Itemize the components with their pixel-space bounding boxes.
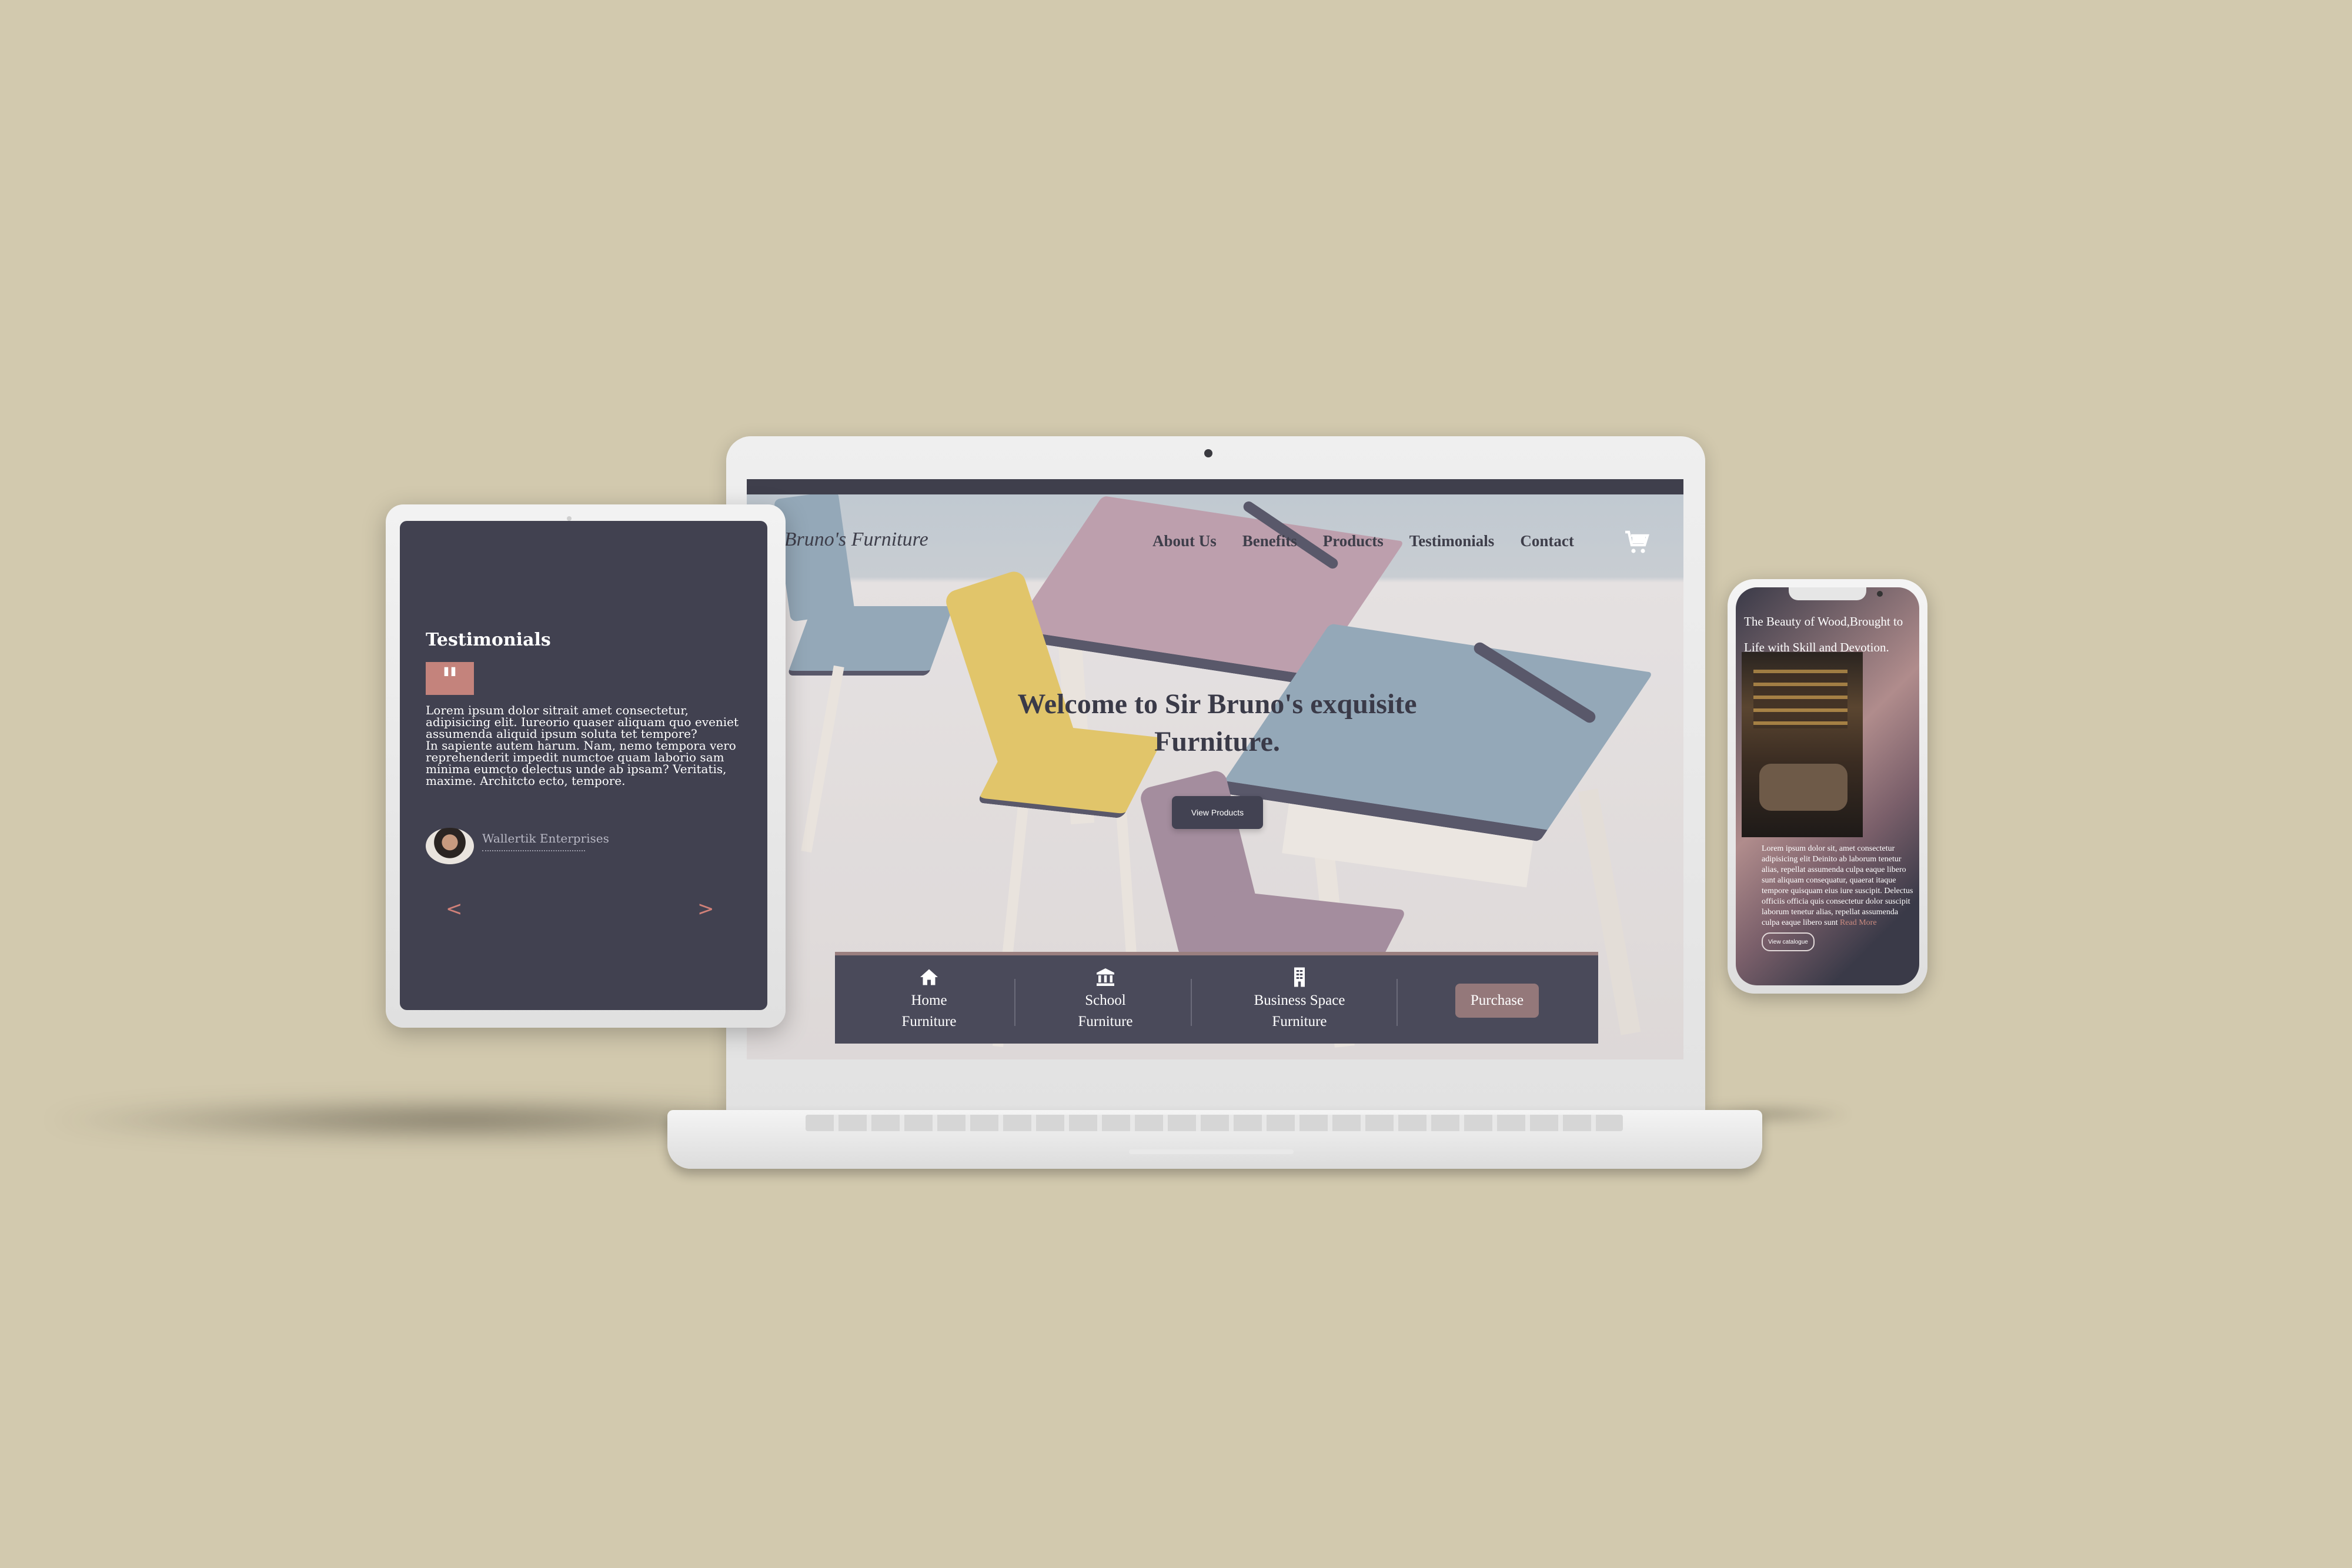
interior-image	[1742, 652, 1863, 837]
nav-about-us[interactable]: About Us	[1152, 532, 1217, 550]
purchase-button[interactable]: Purchase	[1455, 984, 1539, 1018]
category-bar: Home Furniture School Furniture Business…	[835, 952, 1598, 1044]
nav-benefits[interactable]: Benefits	[1242, 532, 1297, 550]
view-catalogue-button[interactable]: View catalogue	[1762, 932, 1815, 951]
next-testimonial-button[interactable]: >	[697, 897, 714, 921]
phone-paragraph: Lorem ipsum dolor sit, amet consectetur …	[1762, 844, 1913, 927]
category-school[interactable]: School Furniture	[1047, 955, 1164, 1044]
main-nav: About Us Benefits Products Testimonials …	[1152, 532, 1574, 550]
screen-top-bar	[747, 479, 1683, 494]
prev-testimonial-button[interactable]: <	[446, 897, 463, 921]
nav-contact[interactable]: Contact	[1520, 532, 1573, 550]
school-icon	[1097, 968, 1114, 986]
phone-screen: The Beauty of Wood,Brought to Life with …	[1736, 587, 1919, 985]
avatar	[426, 828, 474, 864]
category-label: Business Space Furniture	[1254, 992, 1345, 1029]
tablet-screen: Testimonials " Lorem ipsum dolor sitrait…	[400, 521, 767, 1010]
site-logo[interactable]: r Bruno's Furniture	[771, 529, 928, 551]
phone-camera	[1877, 591, 1883, 597]
divider	[1191, 979, 1192, 1026]
read-more-link[interactable]: Read More	[1840, 918, 1877, 927]
laptop-camera	[1204, 449, 1212, 457]
home-icon	[920, 969, 938, 985]
category-label: School Furniture	[1078, 992, 1133, 1029]
laptop-keyboard	[806, 1115, 1623, 1131]
floor-shadow	[35, 1099, 741, 1141]
tablet-device: Testimonials " Lorem ipsum dolor sitrait…	[386, 504, 786, 1028]
laptop-screen: r Bruno's Furniture About Us Benefits Pr…	[747, 479, 1683, 1059]
interior-image-couch	[1759, 764, 1847, 811]
phone-device: The Beauty of Wood,Brought to Life with …	[1728, 579, 1927, 994]
laptop-trackpad-notch	[1129, 1149, 1294, 1154]
divider	[1014, 979, 1015, 1026]
nav-products[interactable]: Products	[1323, 532, 1384, 550]
nav-testimonials[interactable]: Testimonials	[1409, 532, 1495, 550]
interior-image-shelf	[1753, 670, 1847, 728]
category-business[interactable]: Business Space Furniture	[1226, 955, 1373, 1044]
hero-section: r Bruno's Furniture About Us Benefits Pr…	[747, 494, 1683, 1059]
testimonials-title: Testimonials	[426, 630, 551, 650]
testimonial-text: Lorem ipsum dolor sitrait amet consectet…	[426, 704, 743, 787]
phone-notch	[1789, 587, 1883, 600]
view-products-button[interactable]: View Products	[1172, 796, 1263, 829]
testimonial-author: Wallertik Enterprises	[482, 831, 609, 845]
phone-body-text: Lorem ipsum dolor sit, amet consectetur …	[1762, 844, 1916, 928]
building-icon	[1294, 967, 1305, 987]
author-underline	[482, 850, 585, 851]
hero-headline: Welcome to Sir Bruno's exquisite Furnitu…	[1017, 688, 1417, 757]
category-label: Home Furniture	[901, 992, 957, 1029]
cart-icon[interactable]	[1623, 529, 1651, 557]
quote-icon: "	[426, 662, 474, 698]
tablet-camera	[567, 516, 572, 521]
testimonial-paragraph: Lorem ipsum dolor sitrait amet consectet…	[426, 703, 739, 741]
testimonial-paragraph: In sapiente autem harum. Nam, nemo tempo…	[426, 738, 736, 788]
divider	[1396, 979, 1398, 1026]
category-home[interactable]: Home Furniture	[870, 955, 988, 1044]
